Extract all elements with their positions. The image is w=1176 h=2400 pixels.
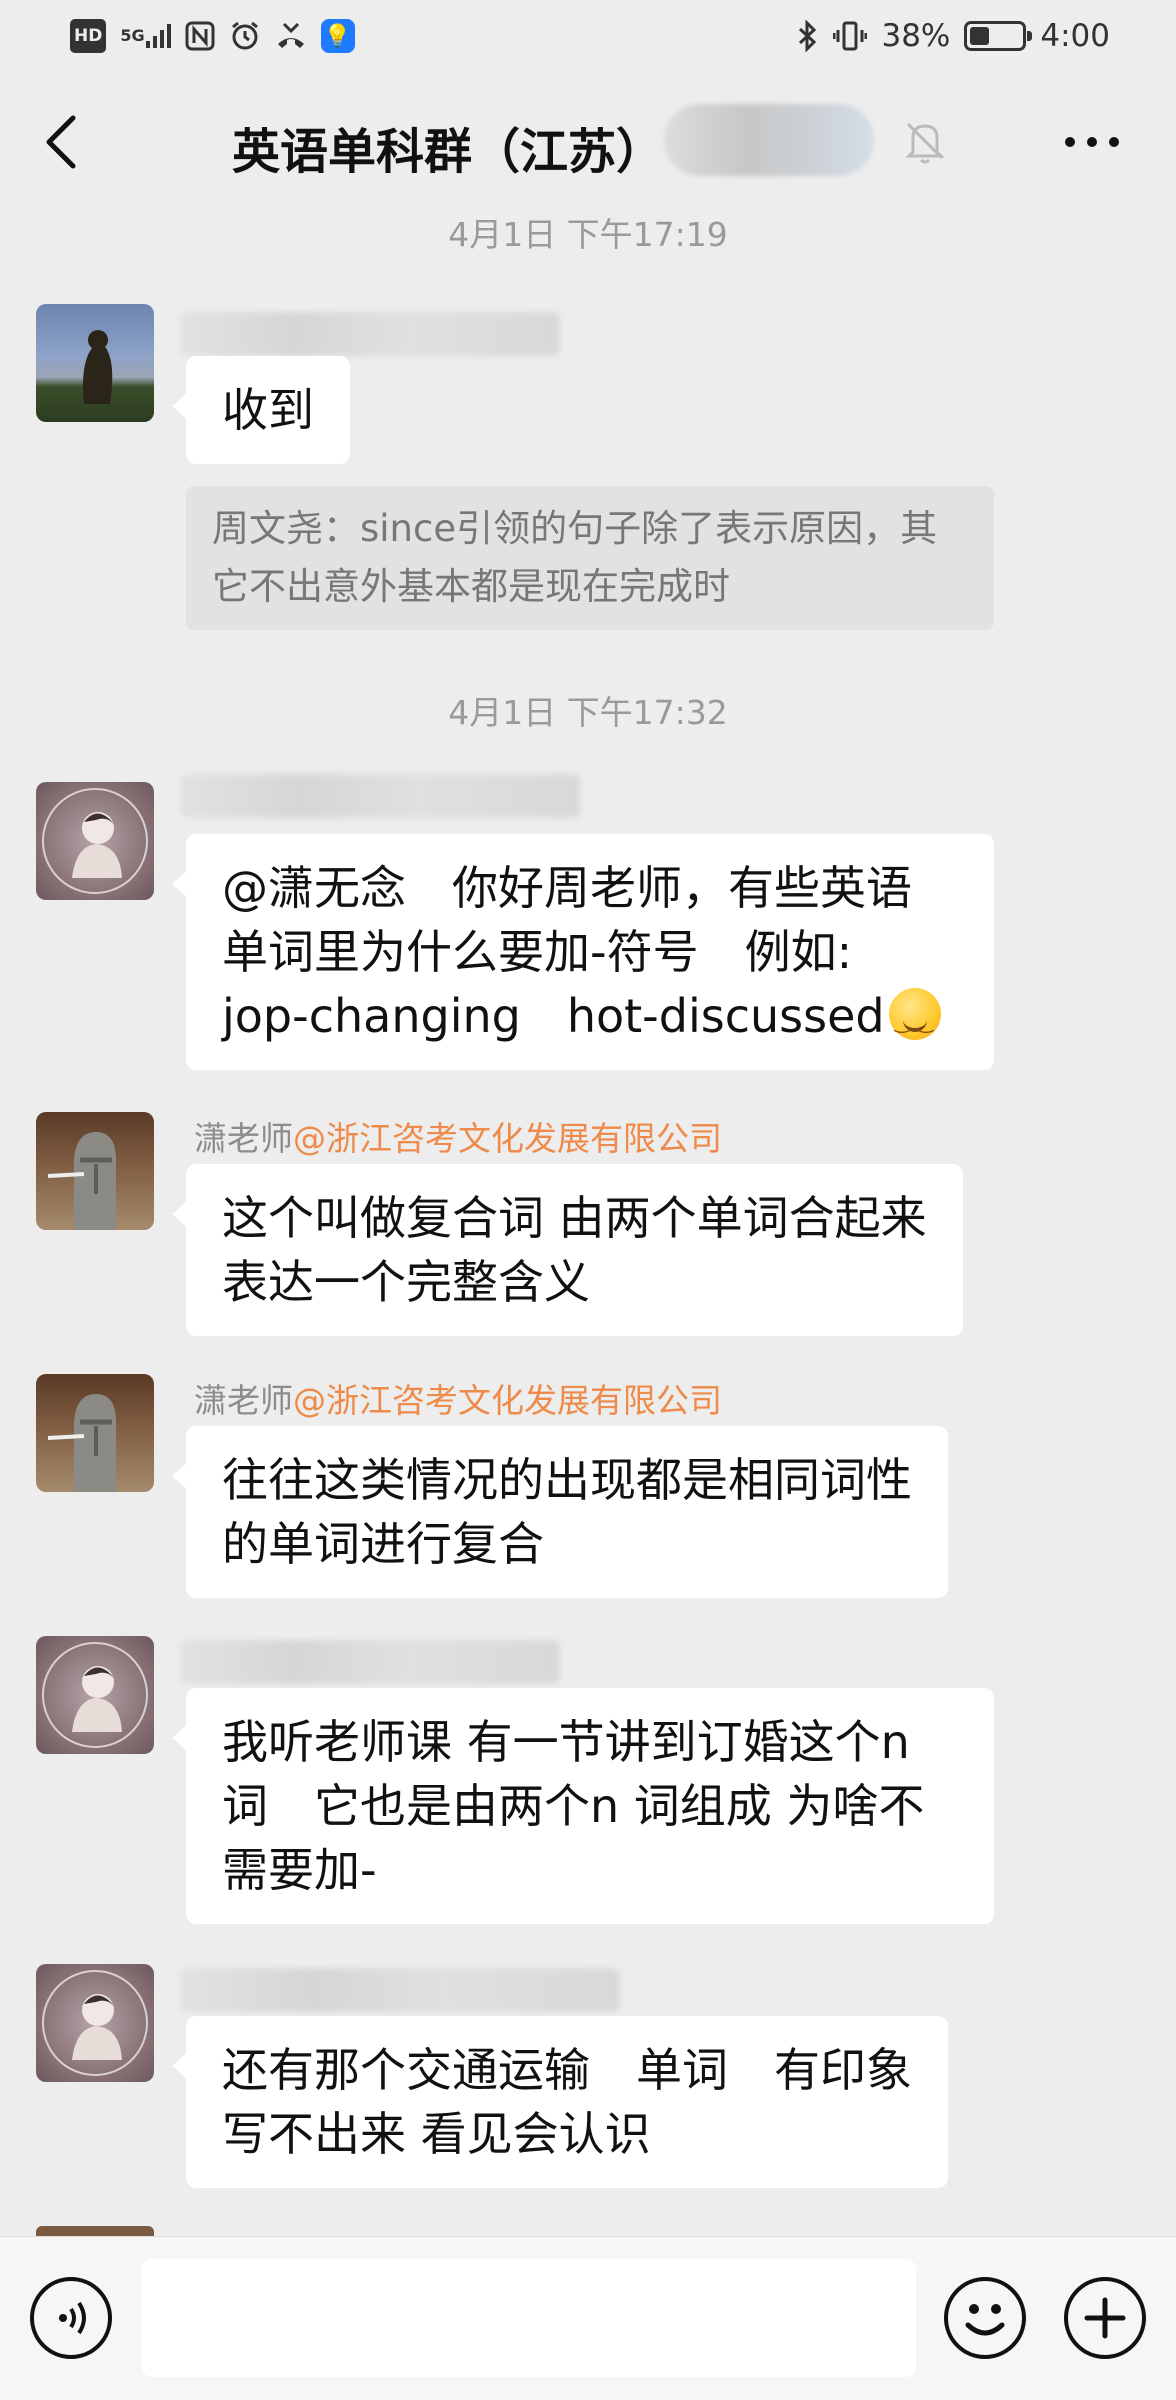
avatar[interactable] <box>36 1964 154 2082</box>
avatar[interactable] <box>36 2226 154 2236</box>
timestamp-separator: 4月1日 下午17:19 <box>448 215 728 254</box>
quoted-message[interactable]: 周文尧：since引领的句子除了表示原因，其它不出意外基本都是现在完成时 <box>186 486 994 630</box>
lightbulb-icon: 💡 <box>320 19 355 53</box>
hd-indicator: HD <box>70 19 107 53</box>
message-bubble[interactable]: 这个叫做复合词 由两个单词合起来 表达一个完整含义 <box>172 1164 963 1336</box>
sender-name-blurred <box>180 312 560 356</box>
emoji-icon <box>965 2304 1005 2336</box>
sender-nickname: 潇老师 <box>194 1119 293 1158</box>
message-line: 表达一个完整含义 <box>222 1255 590 1309</box>
status-left-icons: HD 5G 💡 <box>70 19 355 53</box>
message-bubble[interactable]: 还有那个交通运输 单词 有印象 写不出来 看见会认识 <box>172 2016 948 2188</box>
avatar[interactable] <box>36 1636 154 1754</box>
sender-org-tag: @浙江咨考文化发展有限公司 <box>293 1381 722 1420</box>
message-line: 的单词进行复合 <box>222 1517 544 1571</box>
avatar[interactable] <box>36 304 154 422</box>
vibrate-icon <box>833 19 868 53</box>
message-bubble[interactable]: 我听老师课 有一节讲到订婚这个n 词 它也是由两个n 词组成 为啥不 需要加- <box>172 1688 994 1924</box>
avatar[interactable] <box>36 782 154 900</box>
message-input[interactable] <box>142 2259 916 2377</box>
chat-title[interactable]: 英语单科群（江苏） <box>232 112 664 182</box>
message-line: 我听老师课 有一节讲到订婚这个n <box>222 1715 910 1769</box>
message-text: 收到 <box>222 383 314 437</box>
message-line-text: jop-changing hot-discussed <box>222 989 885 1043</box>
missed-call-icon <box>275 19 307 53</box>
message-line: @潇无念 你好周老师，有些英语 <box>222 861 912 915</box>
sender-name-blurred <box>180 1968 620 2012</box>
more-dots-icon <box>1065 137 1119 147</box>
sender-name: 潇老师@浙江咨考文化发展有限公司 <box>194 1112 722 1160</box>
message-line: jop-changing hot-discussed <box>222 984 958 1056</box>
plus-icon <box>1084 2297 1126 2339</box>
network-type: 5G <box>120 26 145 45</box>
sender-name-blurred <box>180 774 580 818</box>
bell-off-icon <box>900 116 950 166</box>
avatar[interactable] <box>36 1374 154 1492</box>
message-bubble[interactable]: 往往这类情况的出现都是相同词性 的单词进行复合 <box>172 1426 948 1598</box>
smile-emoji-icon <box>888 988 941 1056</box>
sender-name-blurred <box>180 1640 560 1684</box>
chat-header: 英语单科群（江苏） <box>0 72 1176 212</box>
alarm-icon <box>229 19 261 53</box>
message-line: 写不出来 看见会认识 <box>222 2107 651 2161</box>
avatar[interactable] <box>36 1112 154 1230</box>
clock-time: 4:00 <box>1040 18 1110 54</box>
status-bar: HD 5G 💡 38% 4:00 <box>0 0 1176 72</box>
emoji-button[interactable] <box>944 2277 1026 2359</box>
message-line: 往往这类情况的出现都是相同词性 <box>222 1453 912 1507</box>
message-line: 词 它也是由两个n 词组成 为啥不 <box>222 1779 925 1833</box>
message-bubble[interactable]: 收到 <box>172 356 350 464</box>
battery-level <box>970 27 990 45</box>
battery-percent: 38% <box>881 18 951 54</box>
sender-org-tag: @浙江咨考文化发展有限公司 <box>293 1119 722 1158</box>
message-bubble[interactable]: @潇无念 你好周老师，有些英语 单词里为什么要加-符号 例如: jop-chan… <box>172 834 994 1070</box>
voice-icon <box>59 2301 86 2335</box>
message-line: 这个叫做复合词 由两个单词合起来 <box>222 1191 927 1245</box>
message-line: 还有那个交通运输 单词 有印象 <box>222 2043 912 2097</box>
status-right-icons: 38% 4:00 <box>797 18 1110 54</box>
message-line: 需要加- <box>222 1843 377 1897</box>
nfc-icon <box>185 19 215 53</box>
sender-name: 潇老师@浙江咨考文化发展有限公司 <box>194 1374 722 1422</box>
battery-icon <box>964 21 1033 51</box>
back-button[interactable] <box>30 102 90 182</box>
blurred-member-count <box>664 104 874 176</box>
message-line: 单词里为什么要加-符号 例如: <box>222 925 853 979</box>
message-input-bar <box>0 2236 1176 2400</box>
chevron-left-icon <box>46 115 76 169</box>
plus-button[interactable] <box>1064 2277 1146 2359</box>
signal-icon: 5G <box>120 19 171 53</box>
more-options-button[interactable] <box>1060 112 1124 172</box>
timestamp-separator: 4月1日 下午17:32 <box>448 693 728 732</box>
voice-button[interactable] <box>30 2277 112 2359</box>
bluetooth-icon <box>797 19 819 53</box>
sender-nickname: 潇老师 <box>194 1381 293 1420</box>
